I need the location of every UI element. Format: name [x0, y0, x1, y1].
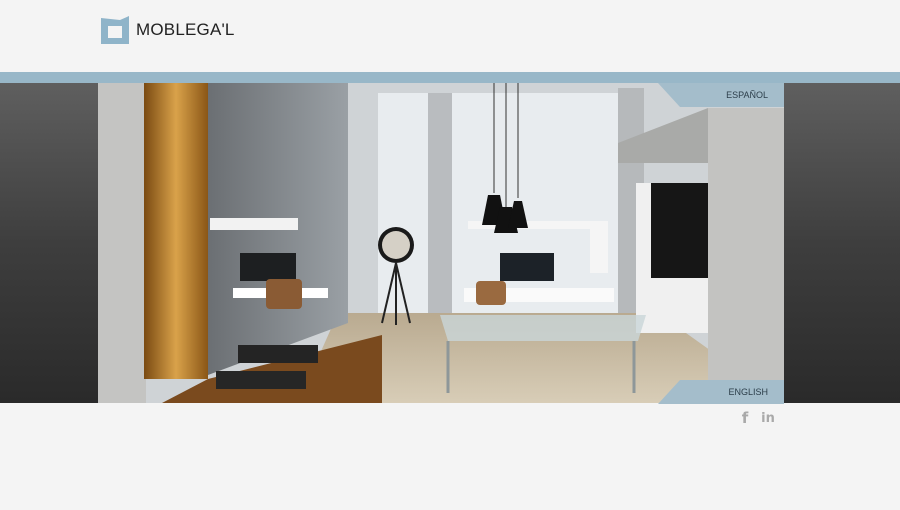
facebook-icon[interactable]: f [737, 409, 753, 427]
hero-image [98, 83, 784, 403]
accent-bar [0, 72, 900, 83]
brand-logo[interactable]: MOBLEGA'L [100, 15, 235, 45]
brand-name: MOBLEGA'L [136, 20, 235, 39]
language-spanish-label: ESPAÑOL [726, 90, 768, 100]
language-english-link[interactable]: ENGLISH [658, 380, 784, 404]
language-spanish-link[interactable]: ESPAÑOL [658, 83, 784, 107]
language-english-label: ENGLISH [728, 387, 768, 397]
linkedin-icon[interactable]: in [760, 410, 776, 426]
logo-mark-icon [101, 16, 129, 44]
